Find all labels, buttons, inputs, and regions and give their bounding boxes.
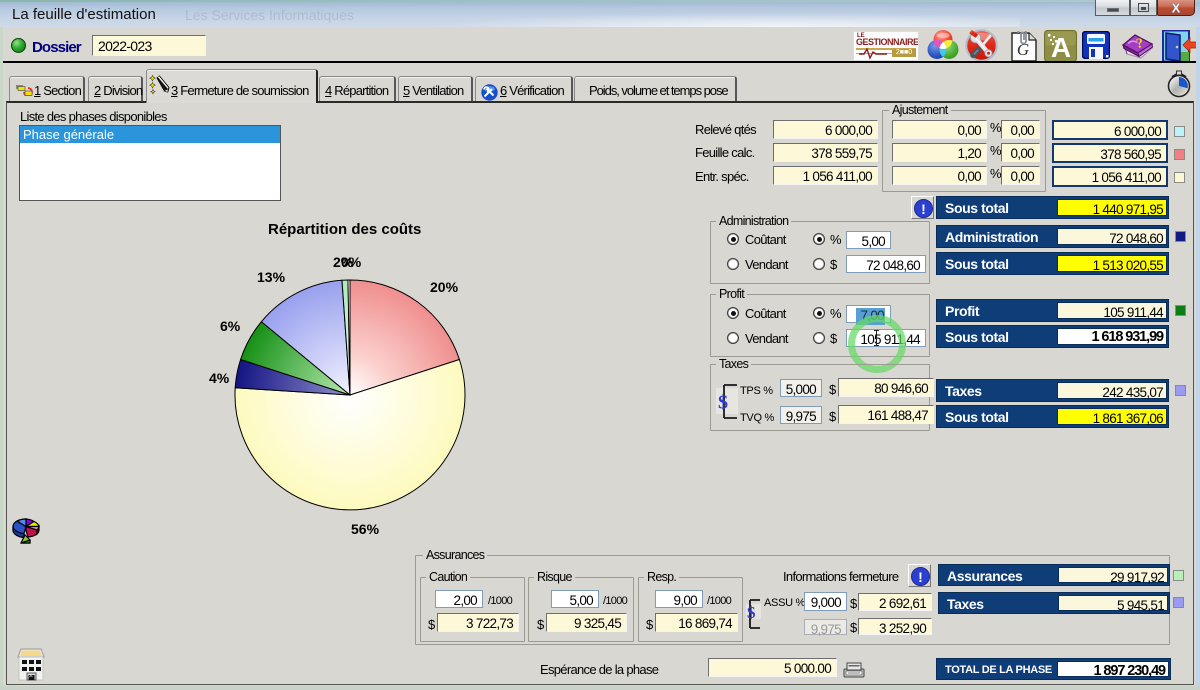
svg-text:$: $ bbox=[718, 392, 728, 414]
svg-text:!: ! bbox=[918, 569, 923, 585]
svg-text:G: G bbox=[1017, 40, 1029, 59]
svg-text:!: ! bbox=[921, 201, 926, 217]
svg-text:?: ? bbox=[1135, 36, 1144, 52]
svg-text:$: $ bbox=[747, 603, 756, 622]
svg-text:X: X bbox=[1172, 1, 1181, 16]
